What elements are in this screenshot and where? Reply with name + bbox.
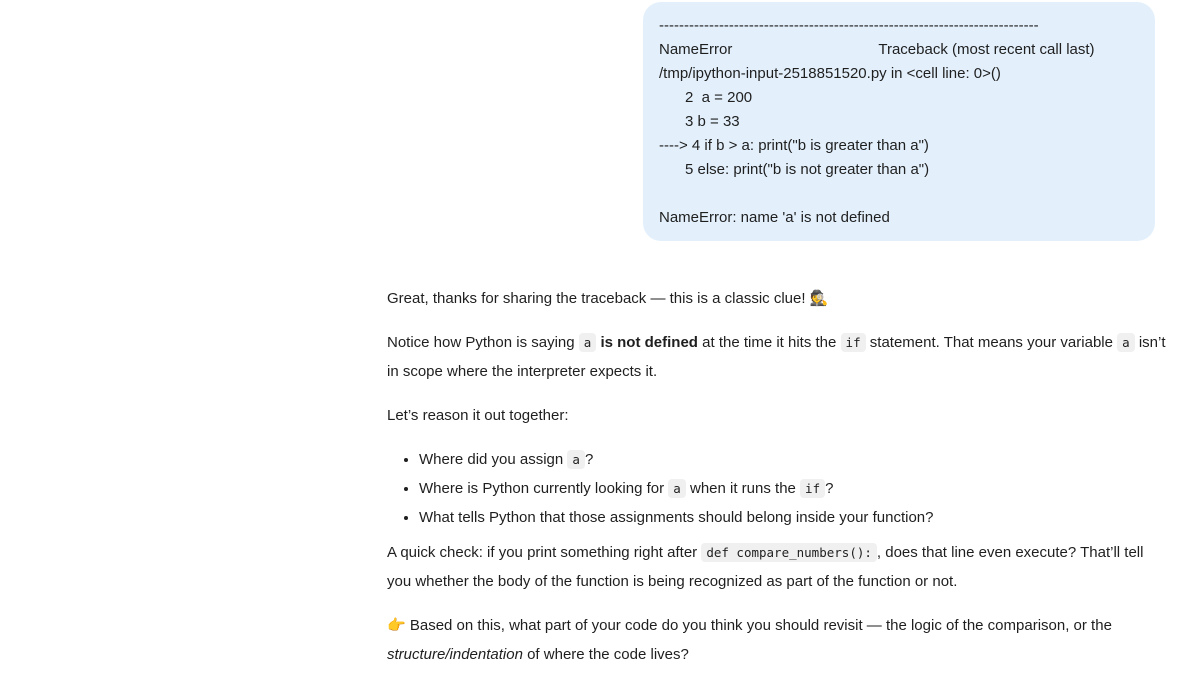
italic-text: structure/indentation	[387, 646, 523, 663]
list-item-text: Where did you assign	[419, 451, 568, 468]
traceback-blank	[659, 182, 1139, 206]
user-message-bubble: ----------------------------------------…	[643, 2, 1155, 241]
traceback-header: NameError Traceback (most recent call la…	[659, 38, 1139, 62]
inline-code: a	[668, 479, 686, 498]
assistant-paragraph: Great, thanks for sharing the traceback …	[387, 284, 1167, 313]
inline-code: a	[1117, 333, 1135, 352]
traceback-code-line: 3 b = 33	[685, 113, 740, 130]
assistant-message: Great, thanks for sharing the traceback …	[387, 284, 1167, 684]
traceback-title: Traceback (most recent call last)	[878, 41, 1095, 58]
list-item: Where is Python currently looking for a …	[419, 474, 1167, 503]
inline-code: a	[567, 450, 585, 469]
list-item-text: when it runs the	[685, 480, 801, 497]
error-name: NameError	[659, 41, 733, 58]
assistant-paragraph: A quick check: if you print something ri…	[387, 538, 1167, 596]
list-item-text: ?	[584, 451, 594, 468]
detective-emoji-icon: 🕵	[809, 289, 829, 307]
paragraph-text: of where the code lives?	[522, 646, 689, 663]
traceback-code-line: 2 a = 200	[685, 89, 753, 106]
inline-code: def compare_numbers():	[701, 543, 877, 562]
list-item-text: Where is Python currently looking for	[419, 480, 669, 497]
inline-code: if	[800, 479, 826, 498]
bold-text: is not defined	[596, 334, 698, 351]
paragraph-text: Notice how Python is saying	[387, 334, 579, 351]
inline-code: a	[578, 333, 597, 352]
pointing-hand-emoji-icon: 👉	[387, 616, 406, 634]
paragraph-text: Great, thanks for sharing the traceback …	[387, 290, 810, 307]
paragraph-text: at the time it hits the	[697, 334, 841, 351]
assistant-paragraph: Notice how Python is saying a is not def…	[387, 328, 1167, 386]
paragraph-text: statement. That means your variable	[865, 334, 1118, 351]
inline-code: if	[840, 333, 866, 352]
paragraph-text: Based on this, what part of your code do…	[405, 617, 1112, 634]
list-item-text: ?	[825, 480, 834, 497]
traceback-code-line: 5 else: print("b is not greater than a")	[685, 161, 930, 178]
traceback-file: /tmp/ipython-input-2518851520.py in <cel…	[659, 65, 1001, 82]
traceback-separator: ----------------------------------------…	[659, 17, 1039, 34]
paragraph-text: A quick check: if you print something ri…	[387, 544, 702, 561]
error-message: NameError: name 'a' is not defined	[659, 209, 890, 226]
list-item: What tells Python that those assignments…	[419, 503, 1167, 532]
traceback-arrow-line: ----> 4 if b > a: print("b is greater th…	[659, 137, 929, 154]
list-item: Where did you assign a?	[419, 445, 1167, 474]
assistant-paragraph: Let’s reason it out together:	[387, 407, 569, 424]
bullet-list: Where did you assign a? Where is Python …	[387, 445, 1167, 532]
assistant-paragraph: 👉 Based on this, what part of your code …	[387, 611, 1167, 669]
